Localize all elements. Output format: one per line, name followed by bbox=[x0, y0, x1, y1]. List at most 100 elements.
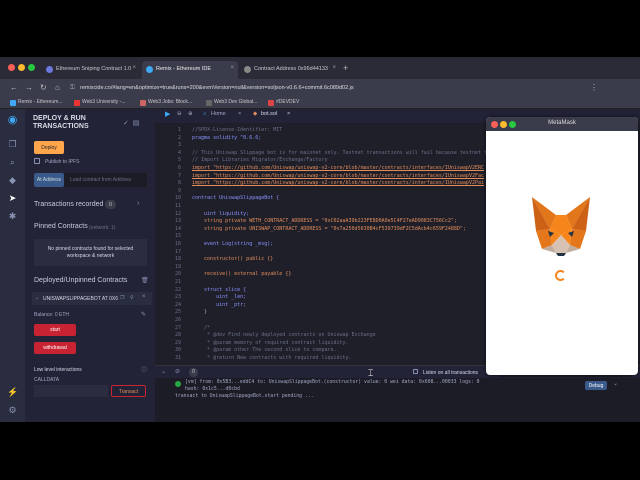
start-button[interactable]: start bbox=[34, 324, 76, 336]
screen: Ethereum Sniping Contract 1.0 × Remix - … bbox=[0, 57, 640, 422]
code-line: // This Uniswap Slippage bot is for main… bbox=[192, 149, 491, 156]
close-icon[interactable]: × bbox=[230, 65, 234, 71]
close-icon[interactable]: × bbox=[142, 294, 146, 300]
web3-bookmark-icon bbox=[74, 100, 80, 106]
bookmark-item[interactable]: Web3 University -... bbox=[74, 99, 126, 106]
browser-tab-3[interactable]: Contract Address 0x96d44133 × bbox=[240, 61, 340, 79]
url-bar: ← → ↻ ⌂ ⚿ remixcide.co/#lang=en&optimize… bbox=[0, 79, 640, 97]
bookmark-item[interactable]: #DEVDEV bbox=[268, 99, 299, 106]
clear-terminal-icon[interactable]: ⊘ bbox=[175, 368, 180, 375]
devdev-bookmark-icon bbox=[268, 100, 274, 106]
reload-icon[interactable]: ↻ bbox=[40, 83, 47, 92]
code-line: uint _len; bbox=[192, 294, 247, 301]
address-field[interactable]: ⚿ remixcide.co/#lang=en&optimize=true&ru… bbox=[66, 82, 486, 94]
line-number: 12 bbox=[174, 210, 181, 217]
transactions-count-badge: 0 bbox=[105, 200, 116, 209]
plugin-manager-icon[interactable]: ⚡ bbox=[7, 387, 18, 398]
solidity-compiler-icon[interactable]: ◆ bbox=[7, 175, 18, 186]
deployed-contracts-label: Deployed/Unpinned Contracts bbox=[34, 277, 128, 284]
contract-instance-header[interactable]: ⌄ UNISWAPSLIPPAGEBOT AT 0X6 ❐ ⚲ × bbox=[32, 292, 152, 305]
code-line: * @param other The second slice to compa… bbox=[192, 347, 337, 354]
edit-icon[interactable]: ✎ bbox=[141, 311, 146, 318]
close-icon[interactable]: × bbox=[132, 65, 136, 71]
bookmark-item[interactable]: Web3 Jobs: Block... bbox=[140, 99, 192, 106]
copy-icon[interactable]: ❐ bbox=[120, 295, 124, 301]
chevron-down-icon[interactable]: ⌄ bbox=[35, 295, 39, 301]
chevron-down-icon[interactable]: ⌄ bbox=[161, 368, 166, 375]
pinned-contracts-label: Pinned Contracts bbox=[34, 223, 88, 230]
line-number: 2 bbox=[177, 134, 181, 141]
withdrawal-button[interactable]: withdrawal bbox=[34, 342, 76, 354]
ethereum-favicon-icon bbox=[46, 66, 53, 73]
code-line: import "https://github.com/Uniswap/unisw… bbox=[192, 172, 484, 179]
maximize-window-button[interactable] bbox=[28, 64, 35, 71]
zoom-in-icon[interactable]: ⊕ bbox=[188, 111, 193, 117]
close-icon[interactable]: × bbox=[238, 111, 241, 117]
docs-icon[interactable]: ▤ bbox=[133, 120, 140, 127]
file-explorer-icon[interactable]: ❐ bbox=[7, 139, 18, 150]
balance-label: Balance: 0 ETH bbox=[34, 312, 70, 318]
back-icon[interactable]: ← bbox=[10, 83, 18, 92]
pin-icon[interactable]: ⚲ bbox=[130, 295, 134, 301]
contract-instance-name: UNISWAPSLIPPAGEBOT AT 0X6 bbox=[43, 296, 119, 302]
etherscan-favicon-icon bbox=[244, 66, 251, 73]
code-line: } bbox=[192, 309, 208, 316]
minimize-window-button[interactable] bbox=[18, 64, 25, 71]
bookmark-item[interactable]: Remix - Ethereum... bbox=[10, 99, 62, 106]
close-icon[interactable]: × bbox=[332, 65, 336, 71]
line-number: 23 bbox=[174, 294, 181, 301]
metamask-window: MetaMask bbox=[486, 117, 638, 375]
publish-ipfs-checkbox[interactable] bbox=[34, 158, 40, 164]
close-icon[interactable]: × bbox=[287, 111, 290, 117]
bookmark-item[interactable]: Web3 Dev Global... bbox=[206, 99, 257, 106]
solidity-file-icon: ◆ bbox=[253, 111, 258, 117]
dev-bookmark-icon bbox=[206, 100, 212, 106]
deploy-button[interactable]: Deploy bbox=[34, 141, 64, 154]
listen-checkbox[interactable] bbox=[413, 369, 418, 374]
deploy-run-icon[interactable]: ➤ bbox=[7, 193, 18, 204]
trash-icon[interactable]: 🗑 bbox=[141, 277, 149, 284]
line-number: 13 bbox=[174, 218, 181, 225]
search-icon[interactable]: ⌕ bbox=[7, 157, 18, 168]
code-line: /* bbox=[192, 324, 211, 331]
line-number: 26 bbox=[174, 317, 181, 323]
tab-home[interactable]: Home bbox=[211, 111, 226, 117]
debug-button[interactable]: Debug bbox=[585, 381, 607, 390]
close-window-button[interactable] bbox=[8, 64, 15, 71]
code-line: uint liquidity; bbox=[192, 210, 250, 217]
settings-gear-icon[interactable]: ⚙ bbox=[7, 405, 18, 416]
debugger-icon[interactable]: ✱ bbox=[7, 211, 18, 222]
chevron-down-icon[interactable]: ⌄ bbox=[613, 380, 618, 387]
info-icon[interactable]: ⓘ bbox=[141, 365, 147, 374]
panel-title: DEPLOY & RUN TRANSACTIONS bbox=[33, 115, 89, 130]
line-number: 16 bbox=[174, 241, 181, 247]
browser-tab-2[interactable]: Remix - Ethereum IDE × bbox=[142, 61, 238, 79]
pending-count-badge: 0 bbox=[189, 368, 198, 377]
chevron-right-icon[interactable]: › bbox=[137, 200, 139, 207]
forward-icon[interactable]: → bbox=[25, 83, 33, 92]
line-number: 29 bbox=[174, 339, 181, 346]
line-number: 4 bbox=[177, 149, 181, 156]
transact-button[interactable]: Transact bbox=[111, 385, 146, 397]
browser-tab-label: Remix - Ethereum IDE bbox=[156, 66, 212, 72]
calldata-input[interactable] bbox=[34, 385, 108, 397]
line-number: 17 bbox=[174, 248, 181, 255]
line-number: 3 bbox=[177, 142, 181, 149]
new-tab-icon[interactable]: + bbox=[343, 63, 348, 73]
address-text: remixcide.co/#lang=en&optimize=true&runs… bbox=[80, 85, 354, 91]
tab-bot-sol[interactable]: bot.sol bbox=[261, 111, 277, 117]
extensions-icon[interactable]: ⋮ bbox=[590, 83, 598, 92]
run-script-icon[interactable]: ▶ bbox=[165, 110, 170, 118]
line-number: 8 bbox=[177, 180, 181, 187]
site-info-icon[interactable]: ⚿ bbox=[70, 85, 75, 92]
code-line: //SPDX-License-Identifier: MIT bbox=[192, 127, 283, 133]
terminal-line: [vm] from: 0x5B3...eddC4 to: UniswapSlip… bbox=[185, 380, 480, 385]
at-address-button[interactable]: At Address bbox=[34, 173, 64, 187]
home-icon[interactable]: ⌂ bbox=[55, 83, 60, 92]
check-icon[interactable]: ✓ bbox=[123, 120, 129, 127]
load-contract-input[interactable]: Load contract from Address bbox=[70, 177, 131, 183]
browser-tab-1[interactable]: Ethereum Sniping Contract 1.0 × bbox=[42, 61, 140, 79]
remix-logo-icon[interactable]: ◉ bbox=[7, 115, 18, 126]
zoom-out-icon[interactable]: ⊖ bbox=[177, 111, 182, 117]
code-line: event Log(string _msg); bbox=[192, 241, 274, 247]
